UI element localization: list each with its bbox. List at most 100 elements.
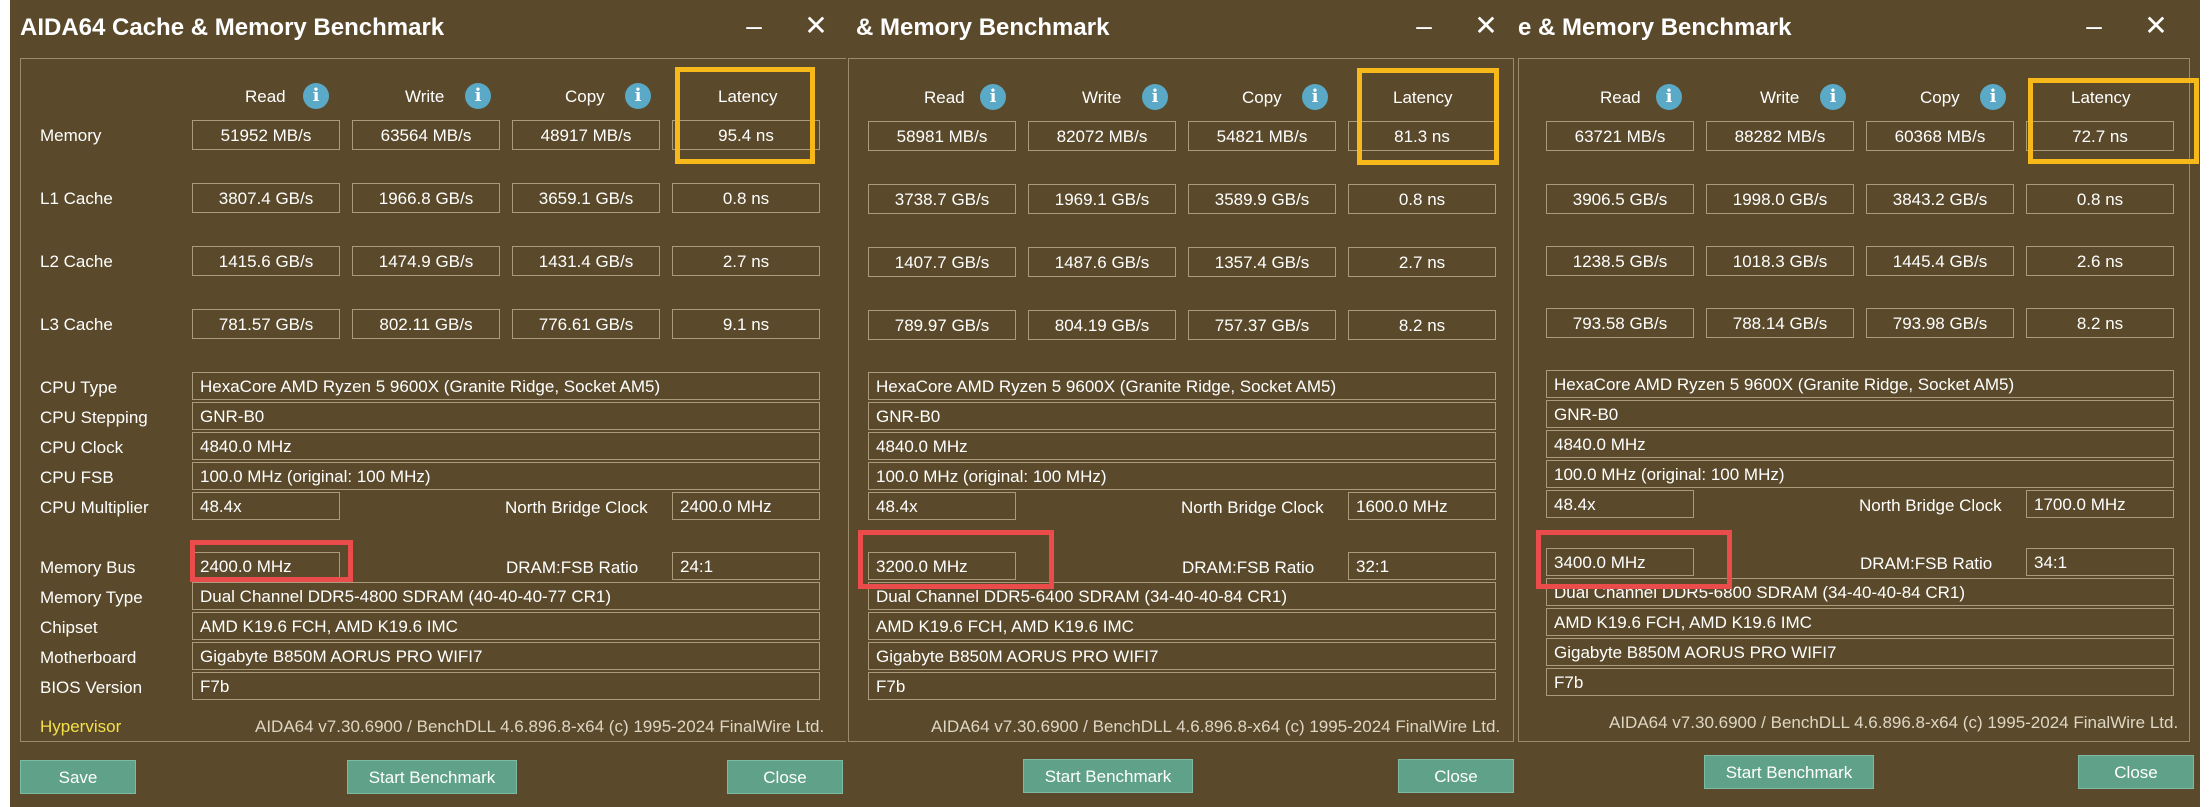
footer-copyright: AIDA64 v7.30.6900 / BenchDLL 4.6.896.8-x… [931, 717, 1501, 736]
motherboard-value: Gigabyte B850M AORUS PRO WIFI7 [868, 642, 1496, 670]
benchmark-window-3: e & Memory Benchmark – ✕ Read i Write i … [1516, 0, 2200, 807]
chipset-value: AMD K19.6 FCH, AMD K19.6 IMC [868, 612, 1496, 640]
window-title: e & Memory Benchmark [1518, 14, 1792, 41]
l3-write: 804.19 GB/s [1028, 310, 1176, 340]
dram-fsb-value: 24:1 [672, 552, 820, 580]
bios-value: F7b [868, 672, 1496, 700]
header-copy: Copy [1242, 88, 1282, 107]
header-read: Read [924, 88, 965, 107]
cpu-clock-value: 4840.0 MHz [868, 432, 1496, 460]
header-write: Write [1082, 88, 1122, 107]
latency-highlight [675, 67, 815, 164]
row-label-l3: L3 Cache [40, 315, 113, 334]
info-icon[interactable]: i [1302, 84, 1328, 110]
cpu-stepping-value: GNR-B0 [868, 402, 1496, 430]
window-title: & Memory Benchmark [856, 14, 1110, 41]
info-icon[interactable]: i [1820, 84, 1846, 110]
info-icon[interactable]: i [303, 83, 329, 109]
memory-bus-highlight [1536, 530, 1732, 589]
label-bios: BIOS Version [40, 678, 143, 697]
label-nb-clock: North Bridge Clock [1181, 498, 1324, 517]
close-icon[interactable]: ✕ [1466, 6, 1506, 46]
l3-copy: 793.98 GB/s [1866, 308, 2014, 338]
l2-write: 1474.9 GB/s [352, 246, 500, 276]
l3-read: 793.58 GB/s [1546, 308, 1694, 338]
dram-fsb-value: 32:1 [1348, 552, 1496, 580]
info-icon[interactable]: i [1656, 84, 1682, 110]
window-title: AIDA64 Cache & Memory Benchmark [20, 14, 445, 41]
cpu-clock-value: 4840.0 MHz [1546, 430, 2174, 458]
l2-latency: 2.6 ns [2026, 246, 2174, 276]
title-bar[interactable]: AIDA64 Cache & Memory Benchmark – ✕ [10, 0, 846, 56]
l3-copy: 757.37 GB/s [1188, 310, 1336, 340]
chipset-value: AMD K19.6 FCH, AMD K19.6 IMC [1546, 608, 2174, 636]
header-read: Read [1600, 88, 1641, 107]
l1-read: 3807.4 GB/s [192, 183, 340, 213]
label-dram-fsb: DRAM:FSB Ratio [506, 558, 639, 577]
l3-copy: 776.61 GB/s [512, 309, 660, 339]
benchmark-window-1: AIDA64 Cache & Memory Benchmark – ✕ Read… [10, 0, 846, 807]
l1-latency: 0.8 ns [2026, 184, 2174, 214]
l1-copy: 3843.2 GB/s [1866, 184, 2014, 214]
l1-read: 3906.5 GB/s [1546, 184, 1694, 214]
info-icon[interactable]: i [465, 83, 491, 109]
start-benchmark-button[interactable]: Start Benchmark [1704, 755, 1874, 789]
minimize-icon[interactable]: – [1404, 6, 1444, 46]
minimize-icon[interactable]: – [2074, 6, 2114, 46]
hypervisor-link[interactable]: Hypervisor [40, 717, 121, 737]
l1-write: 1969.1 GB/s [1028, 184, 1176, 214]
cpu-type-value: HexaCore AMD Ryzen 5 9600X (Granite Ridg… [1546, 370, 2174, 398]
close-icon[interactable]: ✕ [2136, 6, 2176, 46]
latency-highlight [1357, 68, 1499, 165]
l1-latency: 0.8 ns [672, 183, 820, 213]
nb-clock-value: 1700.0 MHz [2026, 490, 2174, 518]
nb-clock-value: 2400.0 MHz [672, 492, 820, 520]
label-cpu-fsb: CPU FSB [40, 468, 114, 487]
footer-copyright: AIDA64 v7.30.6900 / BenchDLL 4.6.896.8-x… [1609, 713, 2179, 732]
l3-latency: 8.2 ns [1348, 310, 1496, 340]
l3-write: 788.14 GB/s [1706, 308, 1854, 338]
save-button[interactable]: Save [20, 760, 136, 794]
cpu-multiplier-value: 48.4x [868, 492, 1016, 520]
close-button[interactable]: Close [727, 760, 843, 794]
label-cpu-multiplier: CPU Multiplier [40, 498, 149, 517]
cpu-fsb-value: 100.0 MHz (original: 100 MHz) [192, 462, 820, 490]
cpu-stepping-value: GNR-B0 [192, 402, 820, 430]
header-write: Write [405, 87, 445, 106]
start-benchmark-button[interactable]: Start Benchmark [347, 760, 517, 794]
l2-write: 1487.6 GB/s [1028, 247, 1176, 277]
l1-read: 3738.7 GB/s [868, 184, 1016, 214]
start-benchmark-button[interactable]: Start Benchmark [1023, 759, 1193, 793]
label-nb-clock: North Bridge Clock [1859, 496, 2002, 515]
title-bar[interactable]: e & Memory Benchmark – ✕ [1516, 0, 2200, 56]
memory-read: 63721 MB/s [1546, 121, 1694, 151]
l1-copy: 3589.9 GB/s [1188, 184, 1336, 214]
info-icon[interactable]: i [1142, 84, 1168, 110]
l2-read: 1415.6 GB/s [192, 246, 340, 276]
label-memory-bus: Memory Bus [40, 558, 136, 577]
info-icon[interactable]: i [625, 83, 651, 109]
info-icon[interactable]: i [1980, 84, 2006, 110]
row-label-memory: Memory [40, 126, 102, 145]
memory-copy: 60368 MB/s [1866, 121, 2014, 151]
close-button[interactable]: Close [2078, 755, 2194, 789]
info-icon[interactable]: i [980, 84, 1006, 110]
l3-write: 802.11 GB/s [352, 309, 500, 339]
chipset-value: AMD K19.6 FCH, AMD K19.6 IMC [192, 612, 820, 640]
nb-clock-value: 1600.0 MHz [1348, 492, 1496, 520]
label-cpu-clock: CPU Clock [40, 438, 124, 457]
header-read: Read [245, 87, 286, 106]
cpu-stepping-value: GNR-B0 [1546, 400, 2174, 428]
motherboard-value: Gigabyte B850M AORUS PRO WIFI7 [192, 642, 820, 670]
memory-copy: 48917 MB/s [512, 120, 660, 150]
title-bar[interactable]: & Memory Benchmark – ✕ [846, 0, 1516, 56]
header-copy: Copy [1920, 88, 1960, 107]
minimize-icon[interactable]: – [734, 6, 774, 46]
l2-copy: 1357.4 GB/s [1188, 247, 1336, 277]
bios-value: F7b [192, 672, 820, 700]
close-button[interactable]: Close [1398, 759, 1514, 793]
label-dram-fsb: DRAM:FSB Ratio [1860, 554, 1993, 573]
motherboard-value: Gigabyte B850M AORUS PRO WIFI7 [1546, 638, 2174, 666]
close-icon[interactable]: ✕ [796, 6, 836, 46]
cpu-fsb-value: 100.0 MHz (original: 100 MHz) [1546, 460, 2174, 488]
